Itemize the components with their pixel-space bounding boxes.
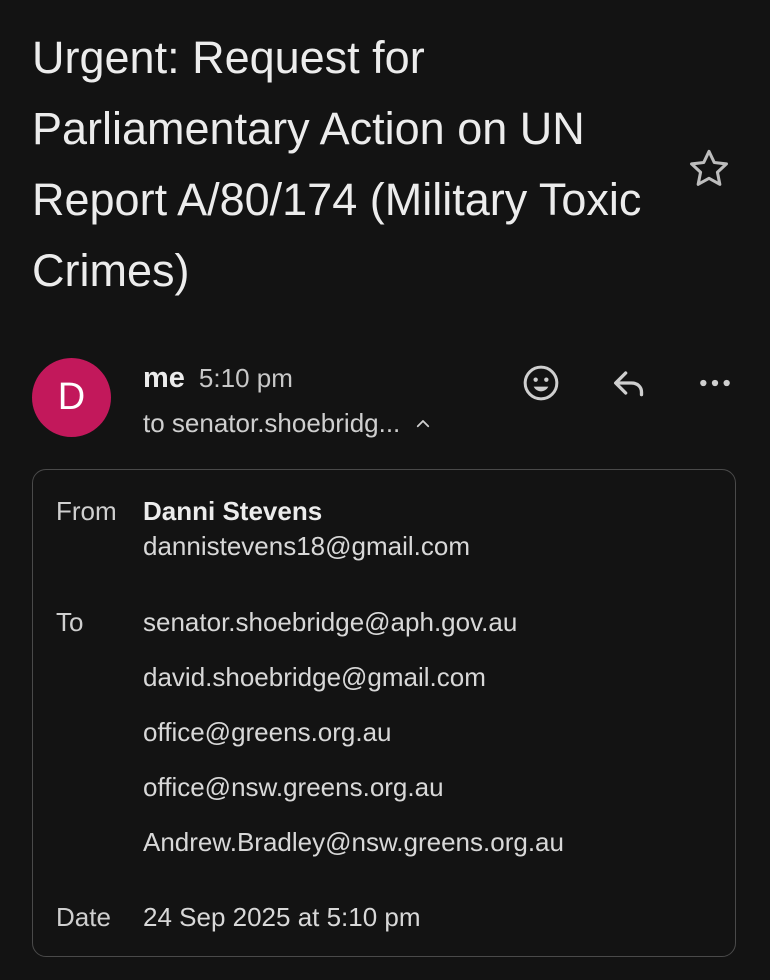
to-label: To	[56, 607, 84, 637]
recipient-email[interactable]: office@greens.org.au	[143, 717, 392, 748]
email-view: Urgent: Request for Parliamentary Action…	[0, 0, 770, 980]
chevron-up-icon	[417, 419, 430, 427]
sender-line: me 5:10 pm	[143, 362, 293, 395]
recipients-summary: to senator.shoebridg...	[143, 408, 401, 438]
star-button[interactable]	[682, 142, 736, 196]
message-details-panel: From Danni Stevens dannistevens18@gmail.…	[32, 469, 736, 957]
more-options-icon	[700, 379, 730, 387]
from-name: Danni Stevens	[143, 496, 323, 526]
recipients-toggle[interactable]: to senator.shoebridg...	[143, 408, 432, 439]
sender-name: me	[143, 362, 185, 394]
date-value: 24 Sep 2025 at 5:10 pm	[143, 902, 421, 932]
star-outline-icon	[690, 149, 728, 186]
date-label: Date	[56, 902, 111, 932]
add-reaction-button[interactable]	[516, 358, 566, 408]
recipient-email[interactable]: david.shoebridge@gmail.com	[143, 662, 486, 693]
sent-time: 5:10 pm	[198, 363, 293, 393]
recipient-email[interactable]: Andrew.Bradley@nsw.greens.org.au	[143, 827, 564, 858]
emoji-reaction-icon	[523, 365, 559, 401]
email-subject: Urgent: Request for Parliamentary Action…	[32, 32, 642, 296]
avatar-letter: D	[57, 376, 86, 418]
from-email[interactable]: dannistevens18@gmail.com	[143, 531, 470, 562]
sender-avatar[interactable]: D	[32, 358, 111, 437]
reply-icon	[614, 371, 644, 397]
recipient-email[interactable]: senator.shoebridge@aph.gov.au	[143, 607, 517, 638]
from-label: From	[56, 496, 117, 526]
more-options-button[interactable]	[690, 358, 740, 408]
recipient-email[interactable]: office@nsw.greens.org.au	[143, 772, 444, 803]
reply-button[interactable]	[604, 358, 654, 408]
